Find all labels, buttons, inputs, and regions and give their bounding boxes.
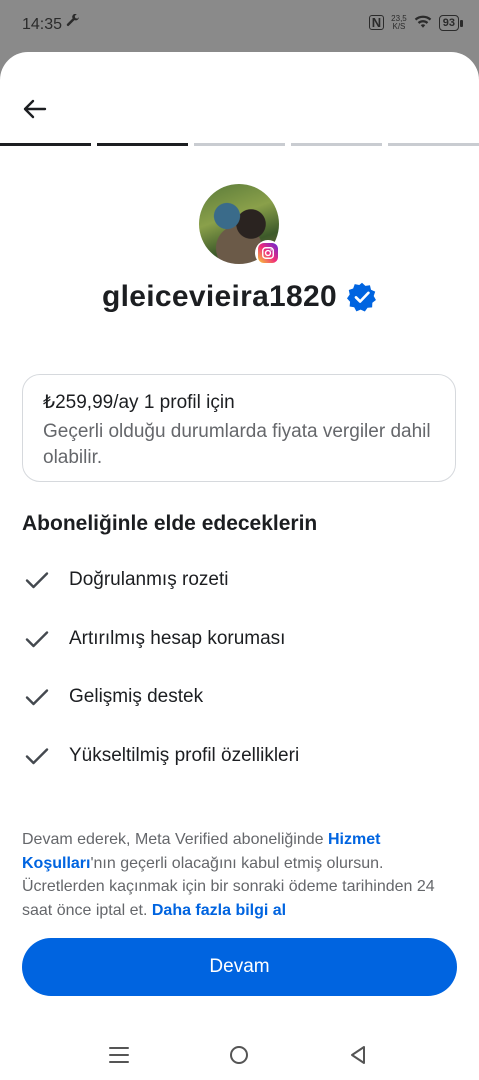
progress-step	[194, 143, 285, 146]
battery-indicator: 93	[438, 14, 464, 31]
checkmark-icon	[22, 741, 52, 771]
network-speed-unit: K/S	[392, 21, 406, 31]
tax-note: Geçerli olduğu durumlarda fiyata vergile…	[43, 421, 431, 468]
progress-step	[291, 143, 382, 146]
menu-icon[interactable]	[104, 1040, 134, 1070]
step-progress	[0, 143, 479, 146]
benefit-label: Doğrulanmış rozeti	[69, 569, 229, 590]
status-bar: 14:35 N 23,5 K/S 93	[0, 0, 479, 52]
benefit-label: Artırılmış hesap koruması	[69, 628, 286, 649]
continue-button[interactable]: Devam	[22, 938, 457, 996]
benefit-item: Yükseltilmiş profil özellikleri	[22, 741, 299, 771]
wifi-icon	[414, 14, 432, 31]
progress-step	[388, 143, 479, 146]
arrow-left-icon	[23, 99, 47, 119]
benefits-title: Aboneliğinle elde edeceklerin	[22, 512, 318, 535]
checkmark-icon	[22, 565, 52, 595]
system-nav-bar	[0, 1032, 479, 1080]
home-circle-icon[interactable]	[224, 1040, 254, 1070]
status-icons: N 23,5 K/S 93	[368, 14, 464, 31]
verified-badge-icon	[347, 282, 376, 312]
price-card: ₺259,99/ay 1 profil için Geçerli olduğu …	[22, 374, 456, 482]
back-button[interactable]	[18, 92, 52, 126]
progress-step	[97, 143, 188, 146]
benefit-item: Artırılmış hesap koruması	[22, 624, 285, 654]
username: gleicevieira1820	[102, 280, 337, 313]
subscription-sheet: gleicevieira1820 ₺259,99/ay 1 profil içi…	[0, 52, 479, 1080]
benefit-label: Yükseltilmiş profil özellikleri	[69, 745, 300, 766]
learn-more-link[interactable]: Daha fazla bilgi al	[152, 902, 286, 919]
wrench-icon	[66, 13, 80, 33]
benefit-item: Doğrulanmış rozeti	[22, 565, 228, 595]
username-row: gleicevieira1820	[0, 280, 479, 314]
instagram-icon	[255, 240, 281, 266]
progress-step	[0, 143, 91, 146]
status-time: 14:35	[22, 16, 63, 33]
nfc-icon: N	[368, 15, 385, 30]
benefit-item: Gelişmiş destek	[22, 682, 203, 712]
checkmark-icon	[22, 624, 52, 654]
price-line: ₺259,99/ay 1 profil için	[43, 392, 235, 413]
network-speed: 23,5 K/S	[391, 14, 407, 31]
checkmark-icon	[22, 682, 52, 712]
back-triangle-icon[interactable]	[343, 1040, 373, 1070]
terms-part-1: Devam ederek, Meta Verified aboneliğinde	[22, 831, 328, 848]
terms-text: Devam ederek, Meta Verified aboneliğinde…	[22, 828, 458, 922]
benefit-label: Gelişmiş destek	[69, 686, 204, 707]
profile-avatar	[199, 184, 281, 266]
